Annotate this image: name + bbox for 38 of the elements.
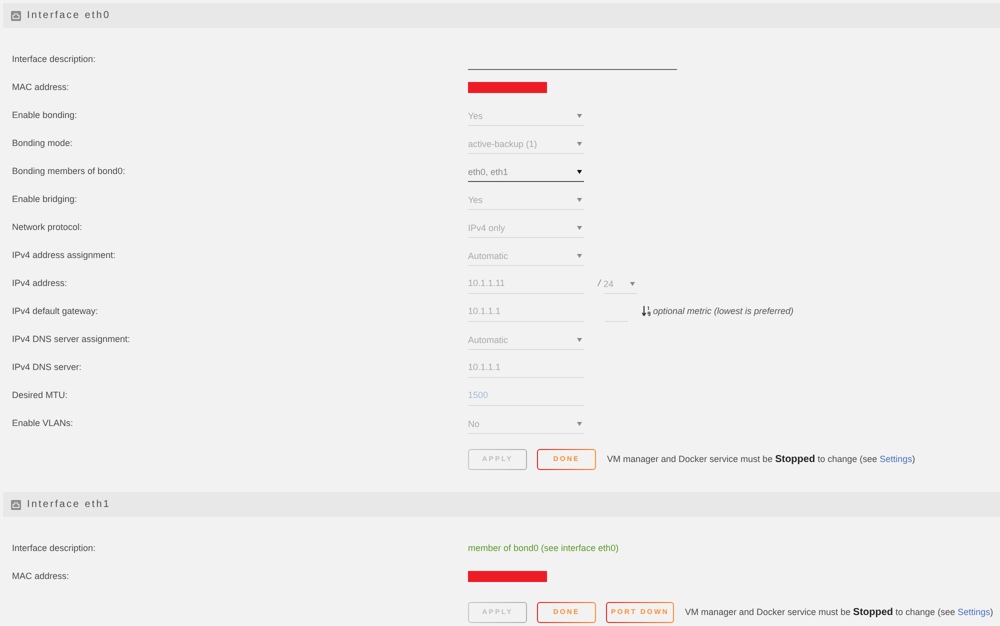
port-icon [11, 500, 21, 510]
caret-icon [577, 114, 582, 118]
field-label: Enable VLANs: [12, 417, 74, 430]
field-label: Enable bridging: [12, 193, 78, 206]
caret-icon [577, 142, 582, 146]
caret-icon [577, 226, 582, 230]
caret-icon [577, 170, 582, 174]
field-label: IPv4 default gateway: [12, 305, 100, 318]
field-label: IPv4 address assignment: [12, 249, 117, 262]
port-icon [11, 10, 21, 20]
description-text: member of bond0 (see interface eth0) [468, 542, 619, 555]
caret-icon [577, 338, 582, 342]
field-label: Interface description: [12, 53, 97, 66]
caret-icon [630, 282, 635, 286]
field-label: IPv4 DNS server: [12, 361, 83, 374]
section-title: Interface eth0 [27, 10, 111, 21]
field-label: Network protocol: [12, 221, 84, 234]
status-note: VM manager and Docker service must be Stopped to change (see Settings) [607, 454, 916, 465]
hint-text: optional metric (lowest is preferred) [653, 305, 794, 318]
field-label: IPv4 DNS server assignment: [12, 333, 132, 346]
field-label: MAC address: [12, 81, 70, 94]
field-label: Interface description: [12, 542, 97, 555]
section-title: Interface eth1 [27, 499, 111, 510]
sort-icon [642, 306, 651, 316]
separator-text: / [598, 277, 601, 290]
field-label: Enable bonding: [12, 109, 78, 122]
field-label: MAC address: [12, 570, 70, 583]
field-label: Desired MTU: [12, 389, 69, 402]
field-label: Bonding mode: [12, 137, 74, 150]
caret-icon [577, 198, 582, 202]
dropdown-field[interactable]: eth0, eth1 [468, 162, 584, 182]
caret-icon [577, 254, 582, 258]
settings-link[interactable]: Settings [880, 454, 912, 464]
settings-link[interactable]: Settings [958, 607, 990, 617]
status-note: VM manager and Docker service must be Stopped to change (see Settings) [684, 607, 994, 618]
caret-icon [577, 422, 582, 426]
field-label: IPv4 address: [12, 277, 68, 290]
field-label: Bonding members of bond0: [12, 165, 126, 178]
